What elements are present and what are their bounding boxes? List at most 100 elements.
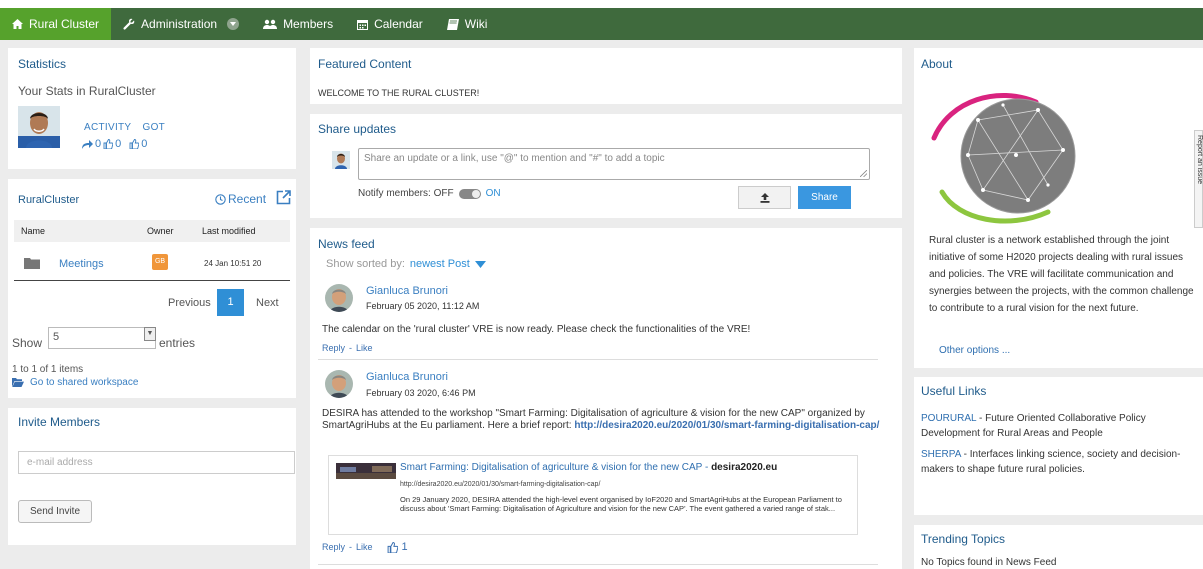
about-text: Rural cluster is a network established t… — [929, 235, 1194, 314]
folder-open-icon — [12, 378, 24, 387]
avatar[interactable] — [325, 284, 353, 312]
avatar[interactable] — [18, 106, 60, 148]
nav-members-label: Members — [283, 17, 334, 31]
nav-home-label: Rural Cluster — [29, 17, 100, 31]
col-owner-header[interactable]: Owner — [147, 226, 174, 236]
post-separator — [318, 564, 878, 565]
nav-wiki-label: Wiki — [464, 17, 488, 31]
actions-separator: - — [349, 542, 353, 552]
wrench-icon — [123, 18, 135, 30]
go-to-shared-workspace-link[interactable]: Go to shared workspace — [12, 377, 138, 388]
entries-select[interactable]: 5 ▼ — [48, 327, 156, 349]
about-panel: About Rural cluster is a network establi… — [914, 48, 1203, 368]
like-count: 1 — [401, 541, 408, 553]
news-feed-panel: News feed Show sorted by: newest Post Gi… — [310, 228, 902, 569]
like-link[interactable]: Like — [356, 542, 373, 552]
workspace-title: RuralCluster — [18, 194, 80, 206]
notify-label: Notify members: OFF — [358, 188, 454, 199]
share-panel: Share updates Share an update or a link,… — [310, 114, 902, 218]
avatar — [332, 151, 350, 169]
featured-text: WELCOME TO THE RURAL CLUSTER! — [318, 88, 480, 98]
preview-title[interactable]: Smart Farming: Digitalisation of agricul… — [400, 462, 777, 473]
pager-previous[interactable]: Previous — [168, 297, 211, 309]
select-arrow-icon: ▼ — [144, 327, 156, 341]
notify-switch[interactable] — [458, 188, 481, 199]
featured-title: Featured Content — [318, 57, 412, 71]
share-update-input[interactable]: Share an update or a link, use "@" to me… — [358, 148, 870, 180]
avatar[interactable] — [325, 370, 353, 398]
sort-label: Show sorted by: — [326, 258, 405, 270]
table-divider — [14, 280, 290, 281]
post-author[interactable]: Gianluca Brunori — [366, 371, 448, 383]
caret-down-icon[interactable] — [474, 260, 486, 268]
users-icon — [263, 19, 278, 29]
reply-link[interactable]: Reply — [322, 343, 345, 353]
post-body: The calendar on the 'rural cluster' VRE … — [322, 324, 751, 335]
statistics-panel: Statistics Your Stats in RuralCluster AC… — [8, 48, 296, 169]
table-row[interactable]: Meetings GB 24 Jan 10:51 20 — [14, 251, 290, 277]
reply-link[interactable]: Reply — [322, 542, 345, 552]
pager-next[interactable]: Next — [256, 297, 279, 309]
external-link-icon[interactable] — [276, 190, 291, 205]
notify-members-toggle[interactable]: Notify members: OFF ON — [358, 188, 501, 199]
pager-page-1[interactable]: 1 — [217, 289, 244, 316]
post-actions: Reply - Like — [322, 343, 373, 353]
nav-wiki[interactable]: Wiki — [435, 8, 500, 40]
preview-site: desira2020.eu — [711, 462, 778, 473]
trending-topics-title: Trending Topics — [921, 532, 1006, 546]
shares-count: 0 — [95, 138, 102, 150]
upload-icon — [760, 192, 769, 203]
useful-links-title: Useful Links — [921, 384, 987, 398]
email-field[interactable]: e-mail address — [18, 451, 295, 474]
folder-icon — [24, 258, 40, 269]
likes-count: 0 — [115, 138, 122, 150]
preview-url: http://desira2020.eu/2020/01/30/smart-fa… — [400, 481, 601, 488]
statistics-subtitle: Your Stats in RuralCluster — [18, 84, 156, 98]
pourural-link[interactable]: POURURAL — [921, 413, 976, 424]
home-icon — [12, 19, 23, 29]
notify-on-label: ON — [485, 188, 501, 199]
sort-control[interactable]: Show sorted by: newest Post — [326, 258, 486, 270]
go-to-shared-workspace-label: Go to shared workspace — [30, 377, 139, 388]
other-options-link[interactable]: Other options ... — [939, 345, 1010, 356]
nav-members[interactable]: Members — [251, 8, 345, 40]
entries-label: entries — [159, 336, 196, 350]
useful-link-item: SHERPA - Interfaces linking science, soc… — [921, 447, 1201, 477]
send-invite-button[interactable]: Send Invite — [18, 500, 92, 523]
share-button[interactable]: Share — [798, 186, 851, 209]
thumbs-up-icon[interactable] — [387, 541, 398, 553]
report-issue-label: Report an issue — [1196, 135, 1203, 185]
col-modified-header[interactable]: Last modified — [202, 226, 256, 236]
link-preview-card[interactable]: Smart Farming: Digitalisation of agricul… — [328, 455, 858, 535]
featured-panel: Featured Content WELCOME TO THE RURAL CL… — [310, 48, 902, 104]
useful-link-item: POURURAL - Future Oriented Collaborative… — [921, 411, 1201, 441]
invite-panel: Invite Members e-mail address Send Invit… — [8, 408, 296, 545]
post-link[interactable]: http://desira2020.eu/2020/01/30/smart-fa… — [574, 420, 879, 431]
preview-title-text: Smart Farming: Digitalisation of agricul… — [400, 462, 703, 473]
report-issue-tab[interactable]: Report an issue — [1194, 130, 1203, 228]
likes-got-count: 0 — [141, 138, 148, 150]
nav-admin-label: Administration — [141, 17, 218, 31]
nav-calendar-label: Calendar — [374, 17, 423, 31]
nav-home[interactable]: Rural Cluster — [0, 8, 112, 40]
recent-link[interactable]: Recent — [215, 192, 266, 206]
share-placeholder: Share an update or a link, use "@" to me… — [364, 153, 665, 164]
col-name-header[interactable]: Name — [21, 226, 45, 236]
upload-button[interactable] — [738, 186, 791, 209]
clock-icon — [215, 193, 226, 205]
book-icon — [446, 18, 459, 30]
row-name[interactable]: Meetings — [59, 258, 104, 270]
share-title: Share updates — [318, 122, 397, 136]
resize-grip-icon[interactable] — [860, 170, 867, 177]
like-link[interactable]: Like — [356, 343, 373, 353]
share-icon — [82, 139, 93, 149]
owner-badge: GB — [152, 254, 168, 270]
sherpa-link[interactable]: SHERPA — [921, 449, 961, 460]
nav-administration[interactable]: Administration — [111, 8, 251, 40]
preview-description: On 29 January 2020, DESIRA attended the … — [400, 495, 842, 513]
chevron-down-icon[interactable] — [227, 18, 240, 30]
items-info: 1 to 1 of 1 items — [12, 364, 84, 375]
nav-calendar[interactable]: Calendar — [345, 8, 435, 40]
post-author[interactable]: Gianluca Brunori — [366, 285, 448, 297]
sort-value[interactable]: newest Post — [410, 258, 470, 270]
